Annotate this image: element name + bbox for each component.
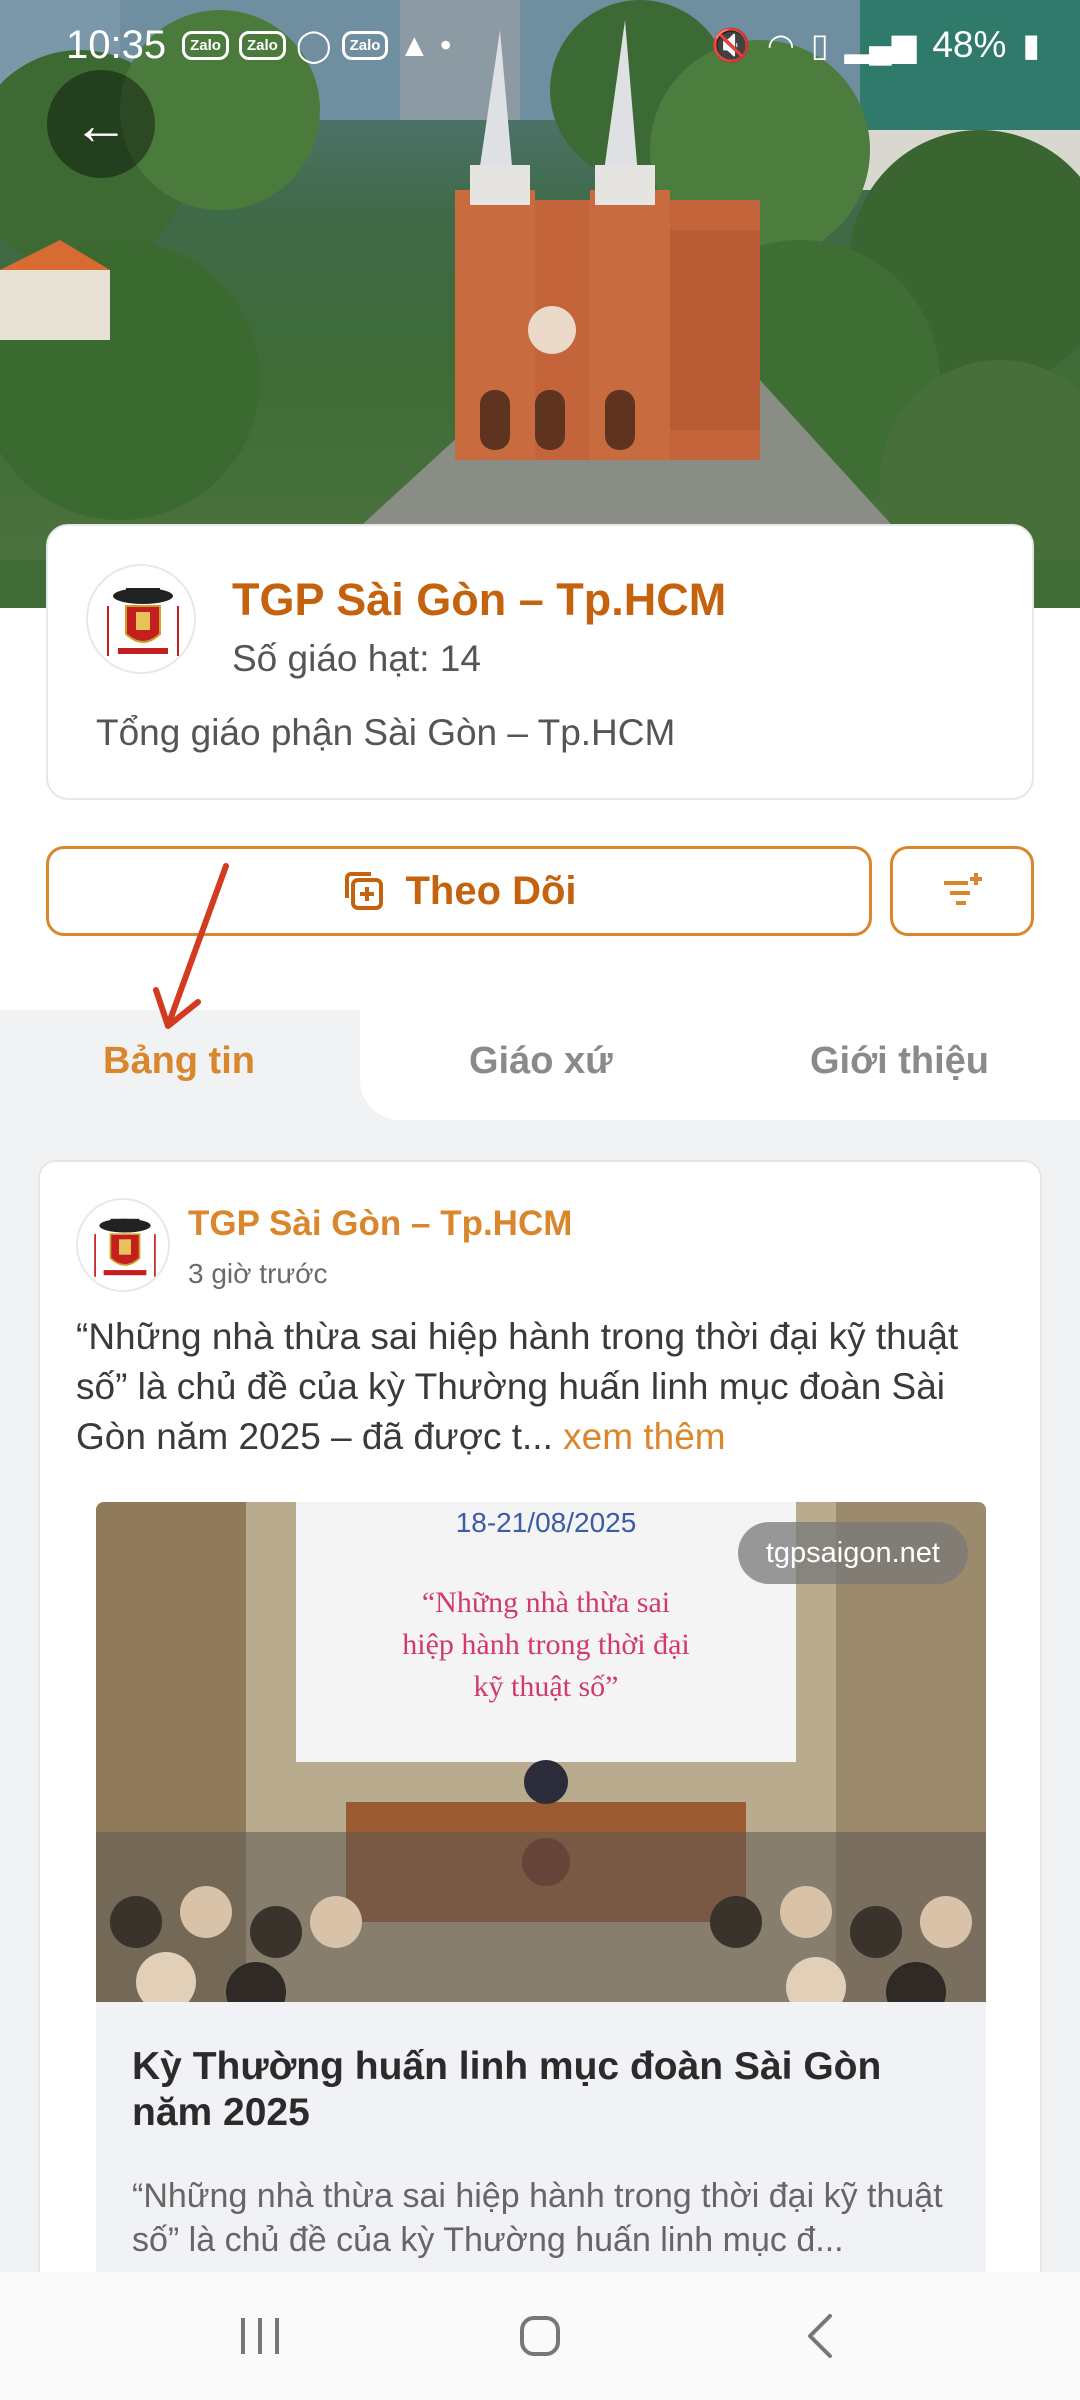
arrow-left-icon: ← bbox=[73, 92, 129, 156]
post-card[interactable]: TGP Sài Gòn – Tp.HCM 3 giờ trước “Những … bbox=[38, 1160, 1042, 2400]
recents-icon bbox=[241, 2318, 279, 2354]
slide-date: 18-21/08/2025 bbox=[456, 1507, 637, 1538]
post-timestamp: 3 giờ trước bbox=[188, 1258, 328, 1289]
warning-icon: ▲ bbox=[398, 26, 431, 63]
source-badge: tgpsaigon.net bbox=[737, 1522, 968, 1584]
volte-icon: ▯ bbox=[810, 27, 829, 63]
back-nav-button[interactable] bbox=[760, 2296, 880, 2376]
tab-news-feed[interactable]: Bảng tin bbox=[103, 1040, 255, 1083]
tab-parishes[interactable]: Giáo xứ bbox=[469, 1040, 613, 1083]
home-icon bbox=[520, 2316, 560, 2356]
system-navigation-bar bbox=[0, 2272, 1080, 2400]
tab-about[interactable]: Giới thiệu bbox=[810, 1040, 989, 1083]
battery-icon: ▮ bbox=[1022, 27, 1040, 63]
back-button[interactable]: ← bbox=[47, 70, 155, 178]
dot-icon: • bbox=[440, 26, 452, 63]
post-author-avatar[interactable] bbox=[76, 1198, 170, 1292]
filter-button[interactable] bbox=[890, 846, 1034, 936]
wifi-icon: ◠ bbox=[766, 27, 795, 63]
add-copy-icon bbox=[345, 872, 384, 910]
avatar bbox=[86, 564, 196, 674]
post-text: “Những nhà thừa sai hiệp hành trong thời… bbox=[76, 1316, 959, 1457]
diocese-name: TGP Sài Gòn – Tp.HCM bbox=[232, 574, 727, 625]
home-button[interactable] bbox=[480, 2296, 600, 2376]
cathedral-illustration bbox=[0, 0, 1080, 608]
link-title[interactable]: Kỳ Thường huấn linh mục đoàn Sài Gòn năm… bbox=[132, 2044, 962, 2136]
svg-text:“Những nhà thừa sai: “Những nhà thừa sai bbox=[422, 1586, 670, 1619]
status-bar: 10:35 Zalo Zalo ◯ Zalo ▲ • 🔇 ◠ ▯ ▂▄▆ 48%… bbox=[0, 0, 1080, 90]
post-author-name[interactable]: TGP Sài Gòn – Tp.HCM bbox=[188, 1204, 572, 1244]
deanery-count: Số giáo hạt: 14 bbox=[232, 638, 481, 679]
diocese-profile-card: TGP Sài Gòn – Tp.HCM Số giáo hạt: 14 Tổn… bbox=[46, 524, 1034, 800]
filter-add-icon bbox=[944, 873, 982, 905]
status-right: 🔇 ◠ ▯ ▂▄▆ 48% ▮ bbox=[711, 24, 1040, 66]
status-time: 10:35 bbox=[66, 22, 167, 67]
battery-percentage: 48% bbox=[932, 24, 1007, 65]
recents-button[interactable] bbox=[200, 2296, 320, 2376]
cover-image: 10:35 Zalo Zalo ◯ Zalo ▲ • 🔇 ◠ ▯ ▂▄▆ 48%… bbox=[0, 0, 1080, 608]
back-icon bbox=[808, 2314, 832, 2358]
see-more-link[interactable]: xem thêm bbox=[563, 1416, 725, 1457]
zalo-notification-icon: Zalo bbox=[182, 30, 229, 60]
link-preview-image: 18-21/08/2025 “Những nhà thừa sai hiệp h… bbox=[96, 1502, 986, 2022]
whatsapp-icon: ◯ bbox=[295, 27, 332, 63]
svg-text:hiệp hành trong thời đại: hiệp hành trong thời đại bbox=[402, 1628, 689, 1661]
svg-text:kỹ thuật số”: kỹ thuật số” bbox=[474, 1670, 619, 1703]
annotation-arrow-icon bbox=[153, 863, 229, 1029]
status-left: 10:35 Zalo Zalo ◯ Zalo ▲ • bbox=[66, 23, 451, 68]
signal-icon: ▂▄▆ bbox=[844, 27, 917, 63]
coat-of-arms-icon bbox=[94, 1218, 156, 1277]
diocese-description: Tổng giáo phận Sài Gòn – Tp.HCM bbox=[96, 712, 676, 753]
zalo-notification-icon: Zalo bbox=[238, 30, 286, 60]
link-description: “Những nhà thừa sai hiệp hành trong thời… bbox=[132, 2177, 943, 2259]
follow-label: Theo Dõi bbox=[405, 868, 577, 913]
mute-icon: 🔇 bbox=[711, 27, 751, 63]
coat-of-arms-icon bbox=[107, 588, 179, 656]
link-preview-card[interactable]: 18-21/08/2025 “Những nhà thừa sai hiệp h… bbox=[96, 1502, 986, 2398]
zalo-notification-icon: Zalo bbox=[341, 30, 389, 60]
post-body: “Những nhà thừa sai hiệp hành trong thời… bbox=[76, 1312, 1016, 1462]
